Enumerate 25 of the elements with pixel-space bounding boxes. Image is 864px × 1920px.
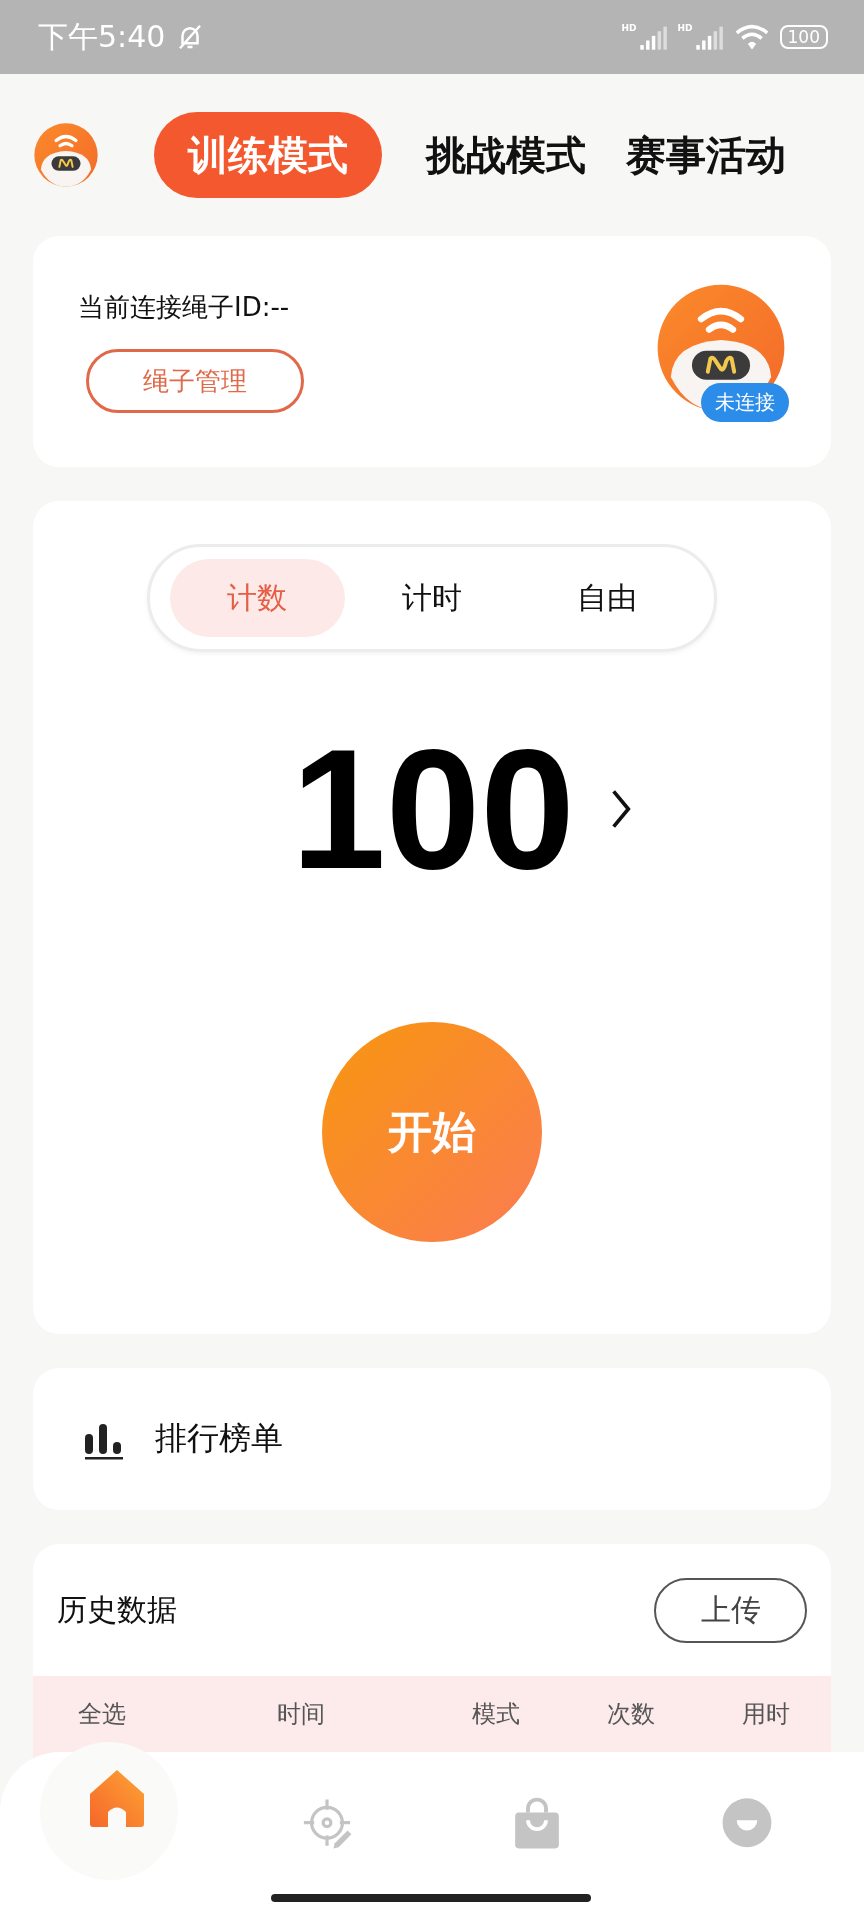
column-header: 模式 [471, 1699, 522, 1730]
upload-button[interactable]: 上传 [654, 1577, 807, 1643]
column-header: 次数 [606, 1699, 657, 1730]
leaderboard-card[interactable]: 排行榜单 [33, 1368, 831, 1510]
clock-time: 下午5:40 [38, 17, 166, 56]
select-all-toggle[interactable]: 全选 [33, 1698, 171, 1730]
network-type-label: HD [621, 24, 637, 33]
battery-level: 100 [787, 27, 820, 47]
history-title: 历史数据 [57, 1590, 177, 1629]
connection-status-badge: 未连接 [701, 382, 789, 422]
column-header: 时间 [275, 1699, 326, 1730]
mode-tab[interactable]: 挑战模式 [426, 112, 586, 198]
wifi-icon [733, 23, 770, 51]
mode-tab[interactable]: 赛事活动 [626, 112, 786, 198]
app-logo-icon[interactable] [33, 122, 99, 188]
signal-icon [637, 24, 668, 50]
network-type-label: HD [677, 24, 693, 33]
signal-icon [693, 24, 724, 50]
target-icon[interactable] [301, 1797, 353, 1851]
leaderboard-label: 排行榜单 [155, 1418, 283, 1459]
target-count[interactable]: 100 [291, 724, 575, 894]
column-header: 用时 [740, 1699, 791, 1730]
segment-option[interactable]: 自由 [519, 559, 694, 637]
connection-label: 当前连接绳子ID:-- [78, 291, 290, 324]
segment-option[interactable]: 计时 [344, 559, 520, 637]
